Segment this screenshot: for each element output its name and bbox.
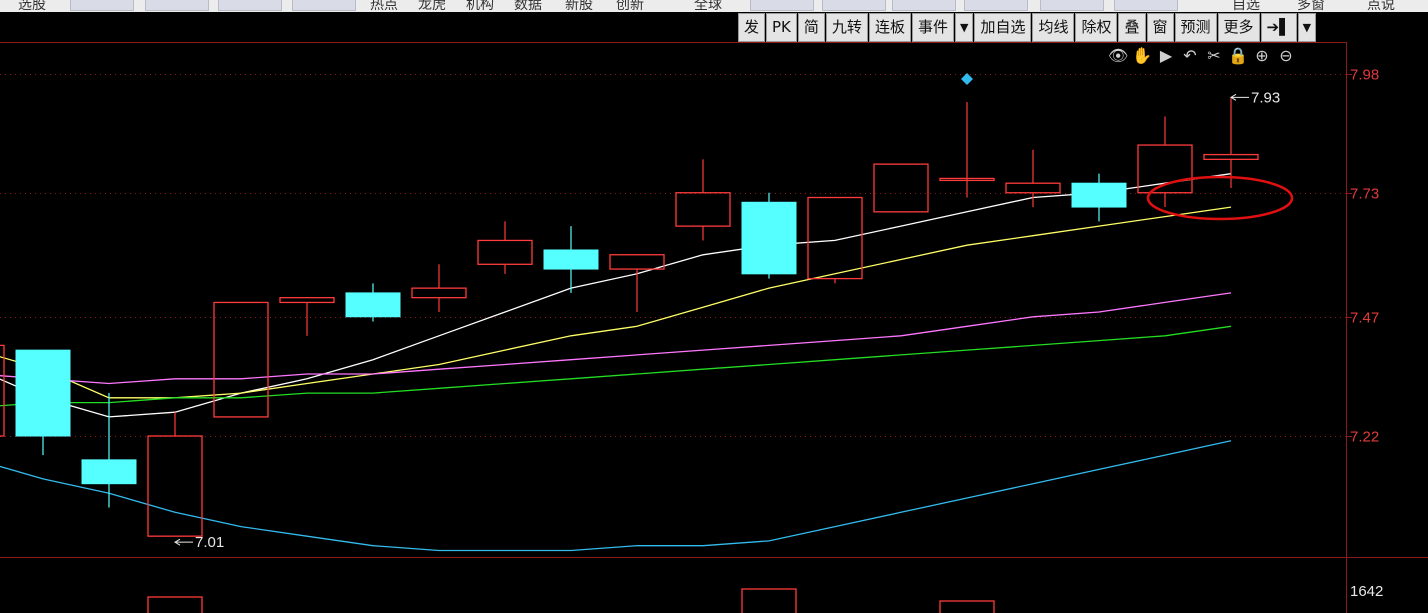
candle-body-up xyxy=(807,196,863,280)
candle-body-up xyxy=(1203,153,1259,161)
candle-body-up xyxy=(609,254,665,270)
candle-body-down xyxy=(15,349,71,437)
candle-body-down xyxy=(81,459,137,485)
low-price-label: 7.01 xyxy=(195,534,224,551)
candle-body-up xyxy=(873,163,929,213)
candle-body-up xyxy=(279,297,335,304)
high-price-label: 7.93 xyxy=(1251,89,1280,106)
y-tick-label: 7.98 xyxy=(1350,67,1379,84)
candle-body-down xyxy=(1071,182,1127,208)
candle-body-down xyxy=(741,201,797,275)
volume-bar xyxy=(741,588,797,613)
moving-average-line-4 xyxy=(0,325,1232,407)
moving-average-line-3 xyxy=(0,292,1232,385)
y-tick-label: 7.47 xyxy=(1350,310,1379,327)
candle-body-up xyxy=(675,192,731,227)
candle-body-up xyxy=(0,344,5,437)
candle-body-up xyxy=(411,287,467,299)
candle-body-up xyxy=(1005,182,1061,194)
candle-body-up xyxy=(477,239,533,265)
moving-average-line-5 xyxy=(0,440,1232,552)
moving-average-line-1 xyxy=(0,173,1232,418)
event-diamond-marker xyxy=(961,73,973,85)
volume-axis-label: 1642 xyxy=(1350,583,1383,600)
volume-bar xyxy=(939,600,995,613)
volume-bar xyxy=(147,596,203,613)
candlestick-chart[interactable]: 7.98 7.73 7.47 7.22 7.93 7.01 1642 xyxy=(0,0,1428,613)
y-tick-label: 7.73 xyxy=(1350,186,1379,203)
candle-body-up xyxy=(213,301,269,418)
candle-body-down xyxy=(345,292,401,318)
moving-average-line-2 xyxy=(0,206,1232,399)
candle-body-down xyxy=(543,249,599,270)
highlight-circle-annotation xyxy=(1146,175,1294,221)
candle-body-up xyxy=(147,435,203,537)
y-tick-label: 7.22 xyxy=(1350,429,1379,446)
